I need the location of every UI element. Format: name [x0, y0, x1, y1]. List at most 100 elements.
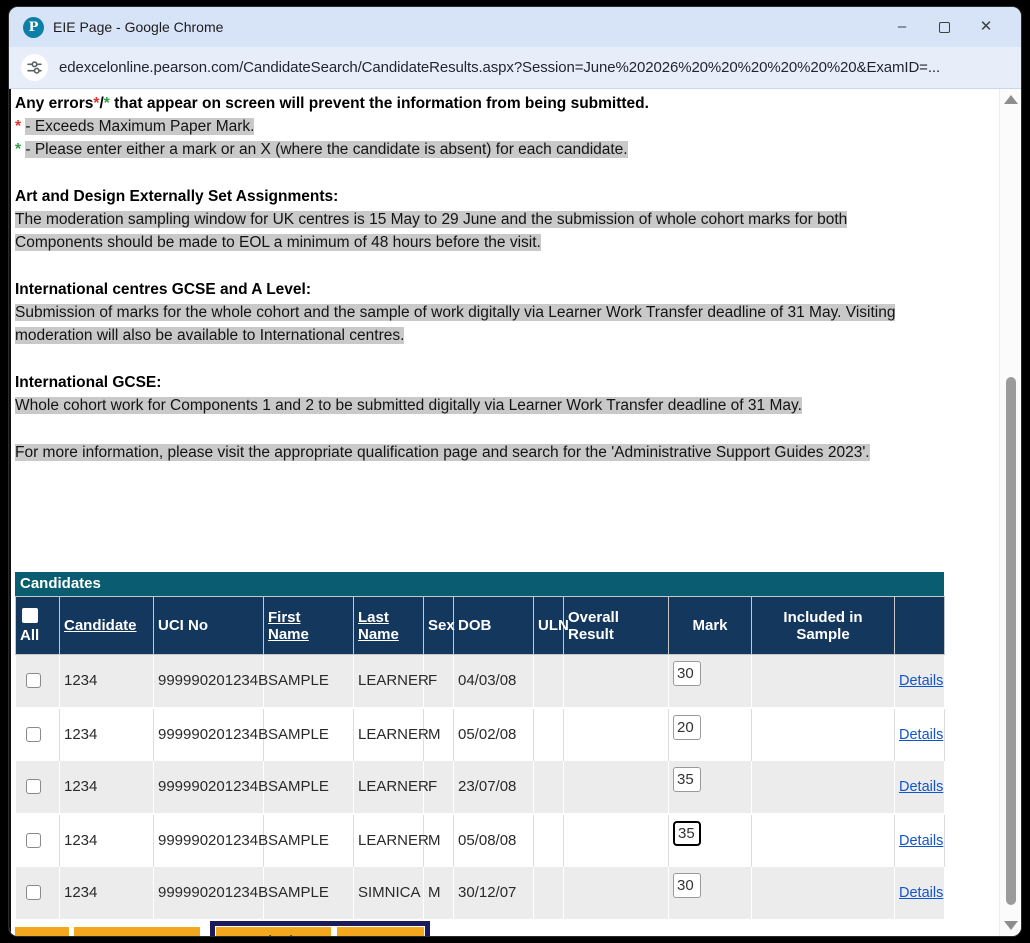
exit-button[interactable]: Exit: [15, 927, 69, 937]
dob-cell: 23/07/08: [454, 761, 534, 814]
section-heading: International centres GCSE and A Level:: [15, 278, 933, 301]
uln-cell: [534, 867, 564, 920]
header-overall-result: Overall Result: [564, 597, 669, 655]
overall-result-cell: [564, 708, 669, 761]
candidate-number-cell: 1234: [60, 761, 154, 814]
view-selected-button[interactable]: View Selected: [74, 927, 200, 937]
row-checkbox[interactable]: [26, 727, 41, 742]
header-candidate: Candidate: [60, 597, 154, 655]
row-checkbox[interactable]: [26, 673, 41, 688]
candidate-row: 1234 999990201234B SAMPLE LEARNER F 23/0…: [16, 761, 945, 814]
mark-input[interactable]: [673, 715, 701, 740]
notices-block: Any errors*/* that appear on screen will…: [15, 92, 933, 464]
table-header-row: All Candidate UCI No First Name Last Nam…: [16, 597, 945, 655]
more-info-line: For more information, please visit the a…: [15, 441, 933, 464]
candidate-number-cell: 1234: [60, 814, 154, 867]
dob-cell: 05/02/08: [454, 708, 534, 761]
site-settings-button[interactable]: [21, 54, 48, 81]
row-checkbox[interactable]: [26, 885, 41, 900]
first-name-cell: SAMPLE: [264, 655, 354, 708]
candidates-table: All Candidate UCI No First Name Last Nam…: [15, 596, 945, 921]
included-in-sample-cell: [752, 655, 895, 708]
select-all-checkbox[interactable]: [22, 608, 38, 623]
overall-result-cell: [564, 814, 669, 867]
last-name-cell: LEARNER: [354, 761, 424, 814]
candidate-row: 1234 999990201234B SAMPLE LEARNER M 05/0…: [16, 708, 945, 761]
candidate-number-cell: 1234: [60, 655, 154, 708]
details-link[interactable]: Details: [899, 833, 943, 849]
candidate-row: 1234 999990201234B SAMPLE LEARNER F 04/0…: [16, 655, 945, 708]
header-uci-no: UCI No: [154, 597, 264, 655]
mark-input[interactable]: [673, 661, 701, 686]
candidate-number-cell: 1234: [60, 867, 154, 920]
select-all-header: All: [16, 597, 60, 655]
header-mark: Mark: [669, 597, 752, 655]
details-cell: Details: [895, 867, 945, 920]
details-cell: Details: [895, 761, 945, 814]
sex-cell: M: [424, 814, 454, 867]
header-dob: DOB: [454, 597, 534, 655]
green-star-legend: * - Please enter either a mark or an X (…: [15, 138, 933, 161]
header-uln: ULN: [534, 597, 564, 655]
mark-input-focused[interactable]: [673, 821, 701, 846]
header-blank: [895, 597, 945, 655]
uci-no-cell: 999990201234B: [154, 761, 264, 814]
first-name-cell: SAMPLE: [264, 761, 354, 814]
details-link[interactable]: Details: [899, 673, 943, 689]
overall-result-cell: [564, 655, 669, 708]
sort-candidate-link[interactable]: Candidate: [64, 617, 137, 634]
row-select-cell: [16, 867, 60, 920]
overall-result-cell: [564, 867, 669, 920]
address-bar: edexcelonline.pearson.com/CandidateSearc…: [9, 47, 1021, 89]
tune-icon: [27, 60, 42, 75]
vertical-scrollbar[interactable]: [999, 89, 1021, 936]
header-included-in-sample: Included in Sample: [752, 597, 895, 655]
green-asterisk: *: [15, 141, 21, 158]
error-warning-line: Any errors*/* that appear on screen will…: [15, 92, 933, 115]
sort-last-name-link[interactable]: Last Name: [358, 609, 404, 643]
details-link[interactable]: Details: [899, 779, 943, 795]
scrollbar-thumb[interactable]: [1006, 377, 1016, 905]
details-link[interactable]: Details: [899, 727, 943, 743]
annotation-highlight-box: Submit Marks Print: [210, 921, 430, 937]
candidates-section: Candidates All Candidate: [15, 572, 944, 936]
row-checkbox[interactable]: [26, 833, 41, 848]
dob-cell: 30/12/07: [454, 867, 534, 920]
submit-marks-button[interactable]: Submit Marks: [216, 927, 331, 937]
maximize-icon[interactable]: [923, 7, 965, 47]
included-in-sample-cell: [752, 761, 895, 814]
dob-cell: 04/03/08: [454, 655, 534, 708]
scrollbar-up-icon[interactable]: [1004, 95, 1018, 104]
close-icon[interactable]: ✕: [965, 7, 1007, 47]
first-name-cell: SAMPLE: [264, 708, 354, 761]
mark-cell: [669, 761, 752, 814]
uln-cell: [534, 708, 564, 761]
print-button[interactable]: Print: [337, 927, 424, 937]
row-select-cell: [16, 761, 60, 814]
details-link[interactable]: Details: [899, 885, 943, 901]
notice-section: International GCSE: Whole cohort work fo…: [15, 371, 933, 417]
section-body: Submission of marks for the whole cohort…: [15, 301, 933, 347]
header-sex: Sex: [424, 597, 454, 655]
first-name-cell: SAMPLE: [264, 814, 354, 867]
row-select-cell: [16, 814, 60, 867]
url-text[interactable]: edexcelonline.pearson.com/CandidateSearc…: [59, 59, 940, 76]
minimize-icon[interactable]: –: [881, 7, 923, 47]
sort-first-name-link[interactable]: First Name: [268, 609, 314, 643]
sex-cell: M: [424, 867, 454, 920]
details-cell: Details: [895, 814, 945, 867]
first-name-cell: SAMPLE: [264, 867, 354, 920]
row-checkbox[interactable]: [26, 779, 41, 794]
select-all-label: All: [20, 627, 39, 644]
row-select-cell: [16, 655, 60, 708]
mark-input[interactable]: [673, 767, 701, 792]
candidate-row: 1234 999990201234B SAMPLE SIMNICA M 30/1…: [16, 867, 945, 920]
scrollbar-down-icon[interactable]: [1004, 921, 1018, 930]
notice-section: International centres GCSE and A Level: …: [15, 278, 933, 347]
last-name-cell: LEARNER: [354, 708, 424, 761]
notice-section: Art and Design Externally Set Assignment…: [15, 185, 933, 254]
sex-cell: M: [424, 708, 454, 761]
section-heading: Art and Design Externally Set Assignment…: [15, 185, 933, 208]
candidates-title: Candidates: [15, 572, 944, 596]
mark-input[interactable]: [673, 873, 701, 898]
